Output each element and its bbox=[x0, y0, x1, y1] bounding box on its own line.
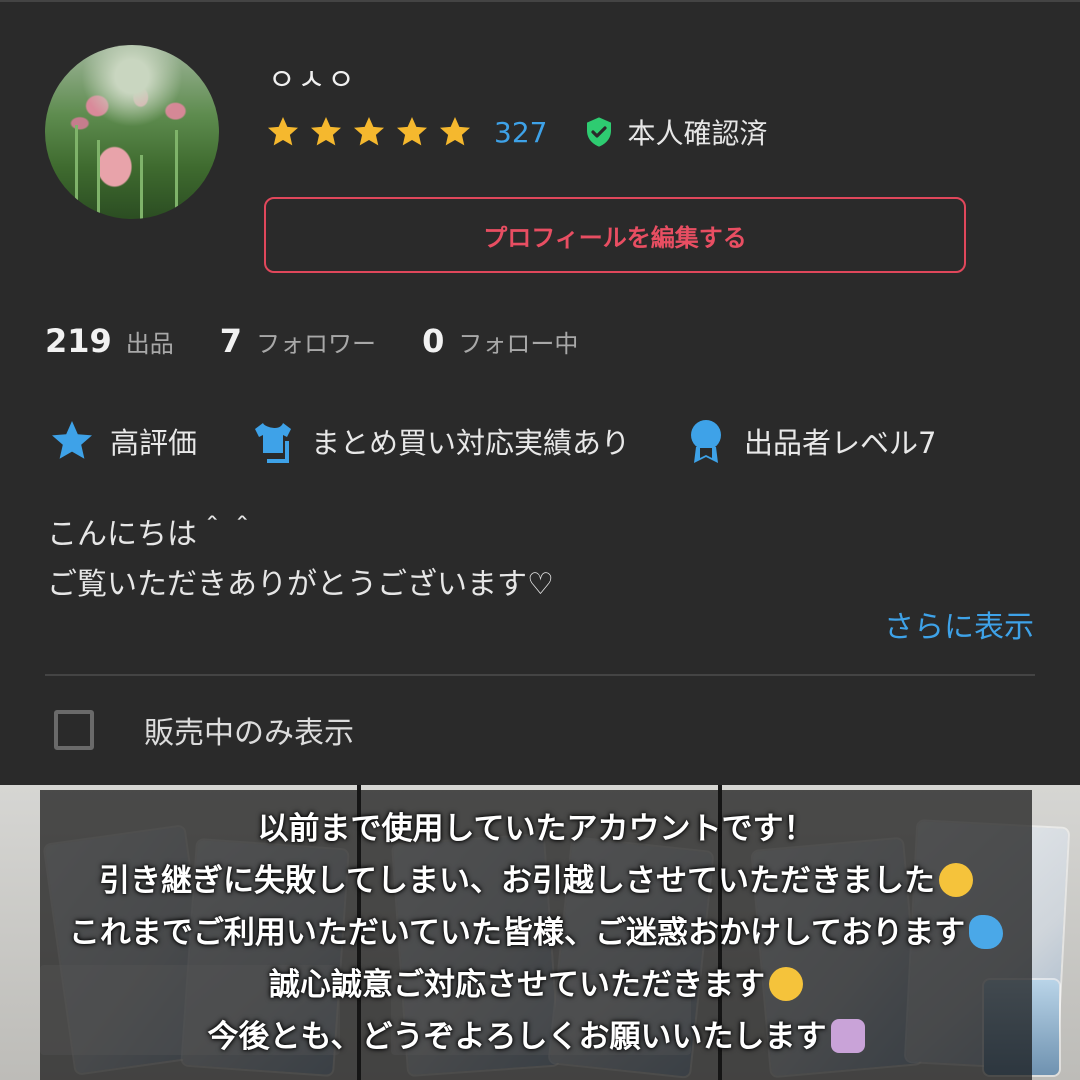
edit-profile-button[interactable]: プロフィールを編集する bbox=[264, 197, 966, 273]
bio-line: こんにちは＾＾ bbox=[47, 517, 257, 552]
notice-line-text: 今後とも、どうぞよろしくお願いいたします bbox=[207, 1019, 827, 1055]
following-label[interactable]: フォロー中 bbox=[458, 324, 578, 359]
avatar[interactable] bbox=[45, 45, 219, 219]
notice-line-text: 引き継ぎに失敗してしまい、お引越しさせていただきました bbox=[98, 863, 936, 899]
show-more-link[interactable]: さらに表示 bbox=[884, 602, 1034, 646]
notice-line-text: 誠心誠意ご対応させていただきます bbox=[269, 967, 765, 1003]
tshirt-icon bbox=[255, 423, 292, 463]
top-divider bbox=[0, 0, 1080, 2]
review-count[interactable]: 327 bbox=[494, 116, 547, 149]
notice-text: 以前まで使用していたアカウントです！ 引き継ぎに失敗してしまい、お引越しさせてい… bbox=[40, 803, 1032, 1063]
listings-count[interactable]: 219 bbox=[45, 322, 112, 360]
medal-icon bbox=[691, 420, 722, 463]
on-sale-checkbox[interactable] bbox=[54, 710, 94, 750]
avatar-detail bbox=[97, 140, 100, 219]
star-icon bbox=[311, 117, 341, 146]
star-icon bbox=[440, 117, 470, 146]
star-icon bbox=[354, 117, 384, 146]
tearful-smile-icon bbox=[769, 967, 803, 1001]
bio-line: ご覧いただきありがとうございます♡ bbox=[47, 567, 554, 602]
notice-line: 以前まで使用していたアカウントです！ bbox=[257, 811, 815, 847]
stats-row: 219 出品 7 フォロワー 0 フォロー中 bbox=[45, 322, 624, 370]
shield-check-icon bbox=[587, 117, 612, 147]
star-icon bbox=[268, 117, 298, 146]
badges-row: 高評価 まとめ買い対応実績あり 出品者レベル7 bbox=[48, 415, 988, 467]
username: ㅇㅅㅇ bbox=[268, 63, 357, 98]
notice-line-5: 今後とも、どうぞよろしくお願いいたします bbox=[40, 1011, 1032, 1063]
profile-bio: こんにちは＾＾ ご覧いただきありがとうございます♡ bbox=[47, 510, 554, 610]
badge-high-rating: 高評価 bbox=[110, 426, 198, 460]
notice-line-text: これまでご利用いただいていた皆様、ご迷惑おかけしております bbox=[68, 915, 966, 951]
star-icon bbox=[397, 117, 427, 146]
badge-bulk-purchase: まとめ買い対応実績あり bbox=[311, 426, 631, 460]
sweat-droplets-icon bbox=[969, 915, 1004, 949]
notice-line-2: 引き継ぎに失敗してしまい、お引越しさせていただきました bbox=[40, 855, 1032, 907]
followers-label[interactable]: フォロワー bbox=[256, 324, 376, 359]
avatar-detail bbox=[75, 125, 78, 219]
badge-seller-level: 出品者レベル7 bbox=[744, 426, 937, 460]
avatar-detail bbox=[175, 130, 178, 219]
avatar-detail bbox=[140, 155, 143, 219]
star-icon bbox=[52, 421, 92, 459]
notice-line-4: 誠心誠意ご対応させていただきます bbox=[40, 959, 1032, 1011]
verified-label: 本人確認済 bbox=[627, 117, 768, 150]
on-sale-filter[interactable]: 販売中のみ表示 bbox=[54, 706, 354, 754]
listings-label[interactable]: 出品 bbox=[126, 324, 174, 359]
divider bbox=[45, 674, 1035, 676]
following-count[interactable]: 0 bbox=[422, 322, 444, 360]
followers-count[interactable]: 7 bbox=[220, 322, 242, 360]
rating-row[interactable]: 327 本人確認済 bbox=[265, 112, 767, 152]
on-sale-filter-label[interactable]: 販売中のみ表示 bbox=[144, 708, 354, 752]
crying-face-icon bbox=[939, 863, 974, 897]
notice-line-3: これまでご利用いただいていた皆様、ご迷惑おかけしております bbox=[40, 907, 1032, 959]
bowing-person-icon bbox=[830, 1019, 865, 1053]
